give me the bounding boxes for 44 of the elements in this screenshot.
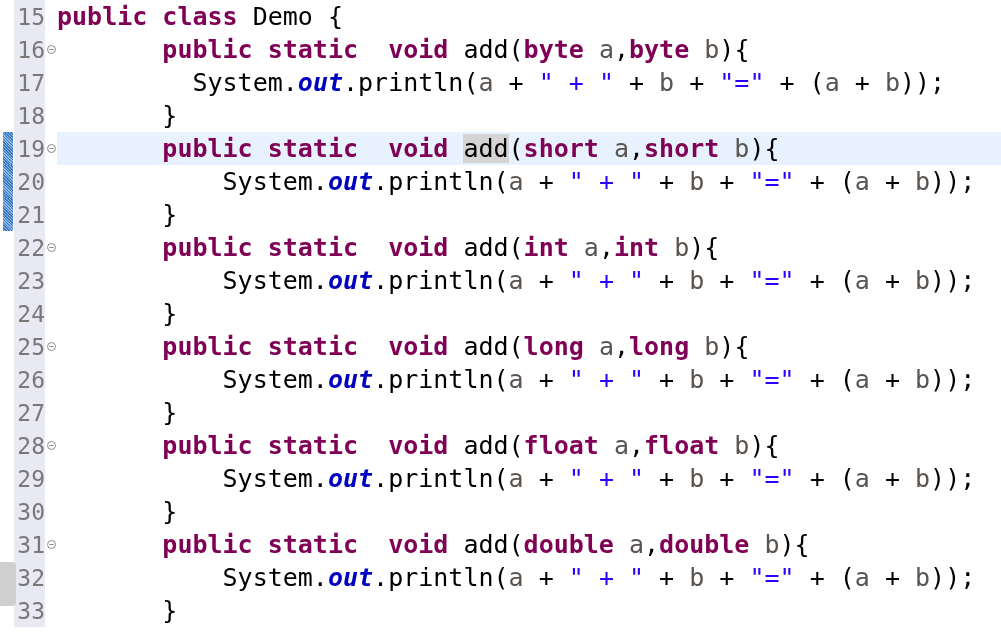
line-number: 25 xyxy=(14,330,45,363)
code-line: public static void add(int a,int b){ xyxy=(161,232,720,264)
line-number: 28 xyxy=(14,429,45,462)
line-number: 26 xyxy=(14,363,45,396)
line-number: 21 xyxy=(14,198,45,231)
code-line: System.out.println(a + " + " + b + "=" + (a + b)); xyxy=(221,463,976,495)
code-line: System.out.println(a + " + " + b + "=" + (a + b)); xyxy=(221,364,976,396)
line-number: 20 xyxy=(14,165,45,198)
line-number: 16 xyxy=(14,33,45,66)
line-number: 31 xyxy=(14,528,45,561)
collapse-icon[interactable] xyxy=(46,540,56,549)
code-line: } xyxy=(161,199,178,231)
code-line: System.out.println(a + " + " + b + "=" + (a + b)); xyxy=(221,562,976,594)
code-line: public static void add(byte a,byte b){ xyxy=(161,34,750,66)
code-line: public static void add(double a,double b){ xyxy=(161,529,810,561)
collapse-icon[interactable] xyxy=(46,243,56,252)
collapse-icon[interactable] xyxy=(46,144,56,153)
code-line: public static void add(float a,float b){ xyxy=(161,430,780,462)
code-line: System.out.println(a + " + " + b + "=" + (a + b)); xyxy=(221,265,976,297)
line-number: 27 xyxy=(14,396,45,429)
line-number: 23 xyxy=(14,264,45,297)
code-line: } xyxy=(161,100,178,132)
collapse-icon[interactable] xyxy=(46,441,56,450)
line-number: 33 xyxy=(14,594,45,627)
line-number: 22 xyxy=(14,231,45,264)
code-line: System.out.println(a + " + " + b + "=" + (a + b)); xyxy=(221,166,976,198)
collapse-icon[interactable] xyxy=(46,45,56,54)
line-number: 15 xyxy=(14,0,45,33)
code-line: } xyxy=(161,595,178,627)
code-line: System.out.println(a + " + " + b + "=" + (a + b)); xyxy=(191,67,946,99)
line-number: 30 xyxy=(14,495,45,528)
code-line: } xyxy=(161,496,178,528)
collapse-icon[interactable] xyxy=(46,342,56,351)
line-number: 24 xyxy=(14,297,45,330)
code-line: public static void add(long a,long b){ xyxy=(161,331,750,363)
line-number: 32 xyxy=(14,561,45,594)
code-line: } xyxy=(161,298,178,330)
code-line: } xyxy=(161,397,178,429)
side-handle[interactable] xyxy=(0,562,16,606)
line-number: 19 xyxy=(14,132,45,165)
line-number: 17 xyxy=(14,66,45,99)
line-number: 29 xyxy=(14,462,45,495)
code-line: public class Demo { xyxy=(57,1,343,33)
line-number: 18 xyxy=(14,99,45,132)
